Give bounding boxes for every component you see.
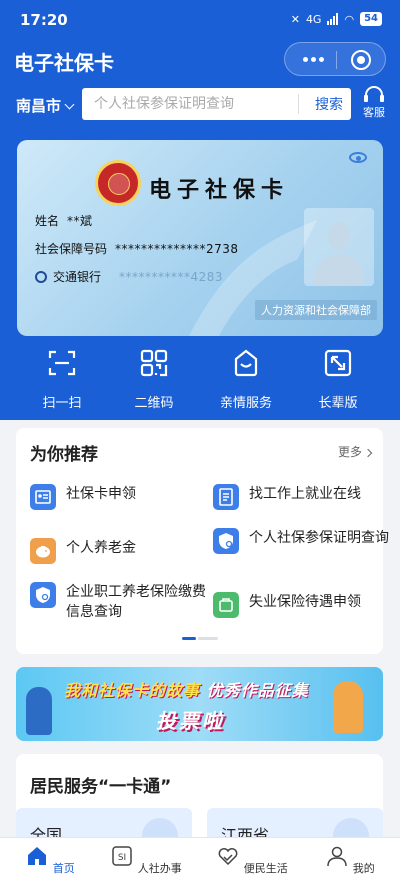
heart-hand-icon bbox=[218, 848, 238, 866]
card-bank-row: 交通银行 ***********4283 bbox=[35, 268, 223, 285]
status-time: 17:20 bbox=[20, 11, 68, 29]
nav-life[interactable]: 便民生活 bbox=[212, 844, 292, 876]
mute-icon: ✕ bbox=[290, 12, 300, 26]
chevron-down-icon bbox=[64, 99, 75, 110]
recommend-item-unemployment[interactable]: 失业保险待遇申领 bbox=[213, 592, 399, 618]
recommend-item-card-apply[interactable]: 社保卡申领 bbox=[30, 484, 196, 510]
nav-label: 我的 bbox=[352, 862, 375, 875]
nav-mine[interactable]: 我的 bbox=[310, 844, 390, 876]
eye-icon[interactable] bbox=[349, 152, 367, 163]
svg-text:SI: SI bbox=[118, 853, 126, 863]
quick-action-scan[interactable]: 扫一扫 bbox=[17, 348, 107, 411]
recommend-item-job[interactable]: 找工作上就业在线 bbox=[213, 484, 399, 510]
search-divider bbox=[298, 94, 299, 114]
close-miniprogram-icon[interactable] bbox=[351, 50, 371, 70]
promo-banner[interactable]: 我和社保卡的故事 优秀作品征集 投票啦 bbox=[16, 667, 383, 741]
status-icons: ✕ 4G ◠ 54 bbox=[291, 12, 382, 26]
quick-action-family[interactable]: 亲情服务 bbox=[201, 348, 291, 411]
number-value: **************2738 bbox=[115, 242, 239, 256]
residents-title: 居民服务“一卡通” bbox=[30, 777, 172, 797]
home-icon bbox=[28, 847, 47, 865]
status-bar: 17:20 ✕ 4G ◠ 54 bbox=[0, 0, 400, 40]
card-number-row: 社会保障号码 **************2738 bbox=[35, 240, 239, 257]
search-button[interactable]: 搜索 bbox=[315, 94, 343, 114]
recommend-item-label: 个人社保参保证明查询 bbox=[249, 530, 389, 546]
issuer-label: 人力资源和社会保障部 bbox=[255, 300, 377, 320]
recommend-item-enterprise-pension[interactable]: 企业职工养老保险缴费信息查询 bbox=[30, 582, 206, 622]
id-card-icon bbox=[30, 484, 56, 510]
signal-icon bbox=[327, 13, 339, 25]
search-input[interactable] bbox=[94, 94, 294, 114]
search-bar: 搜索 bbox=[82, 88, 351, 120]
bank-logo-icon bbox=[35, 271, 47, 283]
wifi-icon: ◠ bbox=[344, 12, 355, 26]
recommend-item-label: 社保卡申领 bbox=[66, 486, 136, 502]
card-title: 电子社保卡 bbox=[149, 177, 290, 203]
name-label: 姓名 bbox=[35, 214, 60, 228]
shield-search-icon bbox=[30, 582, 56, 608]
city-label: 南昌市 bbox=[16, 97, 62, 115]
name-value: **斌 bbox=[67, 214, 93, 228]
recommend-item-pension[interactable]: 个人养老金 bbox=[30, 538, 196, 564]
bank-value: ***********4283 bbox=[119, 270, 224, 284]
recommend-title: 为你推荐 bbox=[30, 445, 98, 465]
recommend-item-label: 个人养老金 bbox=[66, 540, 136, 556]
quick-action-label: 扫一扫 bbox=[42, 396, 82, 411]
quick-action-qrcode[interactable]: 二维码 bbox=[109, 348, 199, 411]
nav-home[interactable]: 首页 bbox=[10, 844, 90, 876]
recommend-item-label: 找工作上就业在线 bbox=[249, 486, 361, 502]
recommend-item-label: 企业职工养老保险缴费信息查询 bbox=[66, 584, 206, 620]
user-icon bbox=[327, 846, 347, 867]
page-indicator bbox=[182, 637, 218, 640]
social-security-card[interactable]: 电子社保卡 姓名 **斌 社会保障号码 **************2738 交通银… bbox=[17, 140, 383, 336]
bank-label: 交通银行 bbox=[53, 270, 102, 284]
avatar bbox=[304, 208, 374, 286]
recommend-panel: 为你推荐 更多 社保卡申领 找工作上就业在线 个人养老金 个人社保参保证明查询 … bbox=[16, 428, 389, 654]
quick-action-elder[interactable]: 长辈版 bbox=[293, 348, 383, 411]
quick-action-label: 亲情服务 bbox=[219, 396, 272, 411]
bottom-nav: 首页 SI 人社办事 便民生活 我的 bbox=[0, 837, 400, 889]
document-icon bbox=[213, 484, 239, 510]
certificate-search-icon bbox=[213, 528, 239, 554]
banner-headline-b: 优秀作品征集 bbox=[206, 681, 309, 700]
recommend-item-label: 失业保险待遇申领 bbox=[249, 594, 361, 610]
nav-services[interactable]: SI 人社办事 bbox=[106, 844, 186, 876]
more-link[interactable]: 更多 bbox=[337, 443, 373, 460]
family-service-icon bbox=[234, 349, 258, 377]
chevron-right-icon bbox=[363, 448, 373, 458]
banner-headline: 我和社保卡的故事 优秀作品征集 bbox=[64, 677, 309, 701]
headset-icon bbox=[364, 86, 384, 102]
nav-label: 人社办事 bbox=[137, 862, 182, 875]
miniprogram-capsule bbox=[284, 42, 386, 76]
scan-icon bbox=[48, 350, 76, 376]
nav-label: 便民生活 bbox=[243, 862, 288, 875]
page-title: 电子社保卡 bbox=[14, 51, 114, 75]
elder-mode-icon bbox=[324, 349, 352, 377]
unemployment-icon bbox=[213, 592, 239, 618]
quick-action-label: 长辈版 bbox=[318, 396, 358, 411]
si-icon: SI bbox=[112, 846, 132, 866]
qrcode-icon bbox=[140, 349, 168, 377]
city-selector[interactable]: 南昌市 bbox=[16, 95, 75, 116]
quick-action-label: 二维码 bbox=[134, 396, 174, 411]
title-bar: 电子社保卡 bbox=[0, 40, 400, 80]
recommend-item-certificate[interactable]: 个人社保参保证明查询 bbox=[213, 528, 389, 554]
capsule-divider bbox=[336, 51, 337, 69]
nav-label: 首页 bbox=[52, 862, 75, 875]
banner-figure-left bbox=[26, 687, 52, 735]
network-label: 4G bbox=[305, 12, 322, 26]
customer-service-button[interactable]: 客服 bbox=[358, 86, 390, 120]
banner-subline: 投票啦 bbox=[156, 709, 225, 733]
more-menu-icon[interactable] bbox=[303, 57, 324, 62]
customer-service-label: 客服 bbox=[363, 106, 385, 119]
banner-figure-right bbox=[333, 681, 363, 733]
banner-headline-a: 我和社保卡的故事 bbox=[64, 681, 201, 700]
more-label: 更多 bbox=[337, 445, 362, 459]
piggy-bank-icon bbox=[30, 538, 56, 564]
number-label: 社会保障号码 bbox=[35, 242, 108, 256]
emblem-logo bbox=[95, 160, 141, 206]
card-name-row: 姓名 **斌 bbox=[35, 212, 93, 229]
battery-icon: 54 bbox=[360, 12, 382, 26]
